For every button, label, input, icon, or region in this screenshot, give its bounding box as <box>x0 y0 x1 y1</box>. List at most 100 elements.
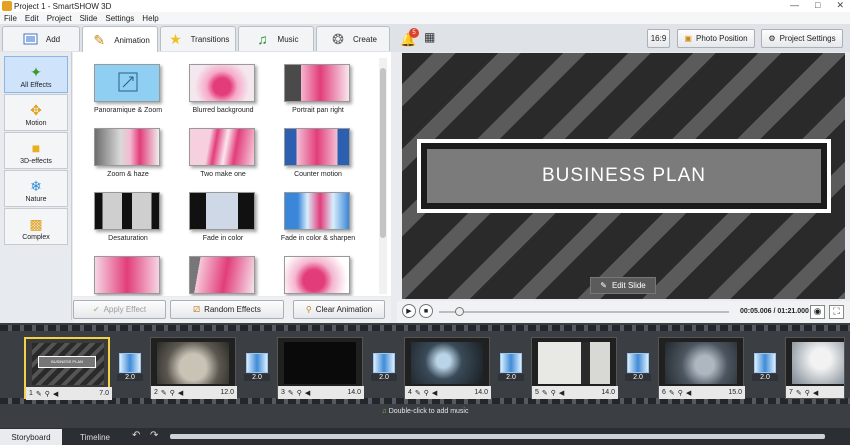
scrollbar-thumb[interactable] <box>380 68 386 238</box>
slide-preview[interactable]: BUSINESS PLAN ✎ Edit Slide <box>402 53 845 299</box>
transition-thumbnail[interactable]: 2.0 <box>625 353 651 389</box>
effect-tile[interactable]: Desaturation <box>83 180 173 242</box>
transition-duration: 2.0 <box>244 374 270 381</box>
pencil-icon[interactable]: ✎ <box>669 389 675 397</box>
menu-slide[interactable]: Slide <box>80 14 98 23</box>
sound-icon[interactable]: ◀ <box>686 389 691 397</box>
category-all-effects[interactable]: ✦ All Effects <box>4 56 68 93</box>
effect-tile[interactable] <box>83 244 173 296</box>
pencil-icon[interactable]: ✎ <box>161 389 167 397</box>
aspect-ratio-button[interactable]: 16:9 <box>647 29 670 48</box>
slide-number: 6 <box>662 389 666 396</box>
menu-file[interactable]: File <box>4 14 17 23</box>
view-switcher: Storyboard Timeline ↶ ↷ <box>0 428 850 445</box>
transition-thumbnail[interactable]: 2.0 <box>117 353 143 389</box>
effect-tile[interactable]: Counter motion <box>273 116 363 178</box>
project-settings-button[interactable]: ⚙ Project Settings <box>761 29 843 48</box>
transition-thumbnail[interactable]: 2.0 <box>498 353 524 389</box>
tab-timeline[interactable]: Timeline <box>64 429 126 445</box>
slide-thumbnail[interactable]: 6 ✎ ⚲ ◀ 15.0 <box>658 337 745 399</box>
tab-animation[interactable]: ✎ Animation <box>82 26 158 53</box>
sound-icon[interactable]: ◀ <box>178 389 183 397</box>
effect-thumbnail <box>94 256 160 294</box>
slide-thumbnail[interactable]: 2 ✎ ⚲ ◀ 12.0 <box>150 337 237 399</box>
slide-footer: 4 ✎ ⚲ ◀ 14.0 <box>405 386 491 399</box>
effect-tile[interactable]: Fade in color <box>178 180 268 242</box>
clear-animation-button[interactable]: ⚲ Clear Animation <box>293 300 385 319</box>
effect-label: Fade in color <box>202 235 244 242</box>
zoom-icon[interactable]: ⚲ <box>678 389 683 397</box>
notifications-button[interactable]: 🔔 5 <box>400 28 419 47</box>
category-complex[interactable]: ▩ Complex <box>4 208 68 245</box>
effect-thumbnail <box>94 128 160 166</box>
effect-tile[interactable] <box>178 244 268 296</box>
slide-thumbnail[interactable]: 7 ✎ ⚲ ◀ <box>785 337 845 399</box>
sound-icon[interactable]: ◀ <box>432 389 437 397</box>
zoom-icon[interactable]: ⚲ <box>297 389 302 397</box>
category-motion[interactable]: ✥ Motion <box>4 94 68 131</box>
transition-thumbnail[interactable]: 2.0 <box>371 353 397 389</box>
photo-gallery-icon[interactable]: ▦ <box>424 30 435 44</box>
slide-thumbnail[interactable]: 5 ✎ ⚲ ◀ 14.0 <box>531 337 618 399</box>
photo-position-button[interactable]: ▣ Photo Position <box>677 29 755 48</box>
music-track[interactable]: ♫ Double-click to add music <box>0 408 850 415</box>
sound-icon[interactable]: ◀ <box>559 389 564 397</box>
transition-duration: 2.0 <box>752 374 778 381</box>
minimize-icon[interactable]: — <box>790 0 799 12</box>
tab-music[interactable]: ♫ Music <box>238 26 314 51</box>
pencil-icon[interactable]: ✎ <box>542 389 548 397</box>
effect-tile[interactable]: Zoom & haze <box>83 116 173 178</box>
slide-preview-thumb <box>538 342 610 384</box>
transition-thumbnail[interactable]: 2.0 <box>752 353 778 389</box>
pencil-icon[interactable]: ✎ <box>288 389 294 397</box>
apply-effect-button[interactable]: ✔ Apply Effect <box>73 300 166 319</box>
effect-tile[interactable]: Blurred background <box>178 52 268 114</box>
menu-help[interactable]: Help <box>142 14 158 23</box>
menu-edit[interactable]: Edit <box>25 14 39 23</box>
slide-thumbnail[interactable]: 4 ✎ ⚲ ◀ 14.0 <box>404 337 491 399</box>
category-nature[interactable]: ❄ Nature <box>4 170 68 207</box>
camera-icon[interactable]: ◉ <box>810 305 825 319</box>
play-icon[interactable]: ▶ <box>402 304 416 318</box>
storyboard-scrollbar[interactable] <box>170 434 825 439</box>
effect-tile[interactable]: Fade in color & sharpen <box>273 180 363 242</box>
menu-project[interactable]: Project <box>47 14 72 23</box>
zoom-icon[interactable]: ⚲ <box>45 390 50 398</box>
redo-icon[interactable]: ↷ <box>150 430 158 441</box>
tab-add[interactable]: Add <box>2 26 80 51</box>
effect-tile[interactable]: Two make one <box>178 116 268 178</box>
effect-tile[interactable] <box>273 244 363 296</box>
tab-transitions[interactable]: ★ Transitions <box>160 26 236 51</box>
pencil-icon[interactable]: ✎ <box>796 389 802 397</box>
category-3d-effects[interactable]: ■ 3D-effects <box>4 132 68 169</box>
tab-create[interactable]: ❂ Create <box>316 26 390 51</box>
category-label: Complex <box>22 234 50 241</box>
random-effects-button[interactable]: ⚂ Random Effects <box>170 300 284 319</box>
zoom-icon[interactable]: ⚲ <box>424 389 429 397</box>
zoom-icon[interactable]: ⚲ <box>551 389 556 397</box>
transition-thumbnail[interactable]: 2.0 <box>244 353 270 389</box>
stop-icon[interactable]: ■ <box>419 304 433 318</box>
playback-track[interactable] <box>439 311 729 313</box>
menu-settings[interactable]: Settings <box>105 14 134 23</box>
effect-tile[interactable]: Panoramique & Zoom <box>83 52 173 114</box>
sound-icon[interactable]: ◀ <box>53 390 58 398</box>
close-icon[interactable]: ✕ <box>836 0 844 12</box>
tab-storyboard[interactable]: Storyboard <box>0 429 62 445</box>
maximize-icon[interactable]: □ <box>815 0 820 12</box>
undo-icon[interactable]: ↶ <box>132 430 140 441</box>
effect-tile[interactable]: Portrait pan right <box>273 52 363 114</box>
pencil-icon[interactable]: ✎ <box>36 390 42 398</box>
slide-thumbnail[interactable]: BUSINESS PLAN 1 ✎ ⚲ ◀ 7.0 <box>24 337 112 400</box>
slide-thumbnail[interactable]: 3 ✎ ⚲ ◀ 14.0 <box>277 337 364 399</box>
zoom-icon[interactable]: ⚲ <box>805 389 810 397</box>
sound-icon[interactable]: ◀ <box>813 389 818 397</box>
playback-slider-knob[interactable] <box>455 307 464 316</box>
edit-slide-button[interactable]: ✎ Edit Slide <box>590 277 656 294</box>
zoom-icon[interactable]: ⚲ <box>170 389 175 397</box>
pencil-icon[interactable]: ✎ <box>415 389 421 397</box>
effect-thumbnail <box>94 64 160 102</box>
fullscreen-icon[interactable]: ⛶ <box>829 305 844 319</box>
effects-scrollbar[interactable] <box>379 58 387 294</box>
sound-icon[interactable]: ◀ <box>305 389 310 397</box>
